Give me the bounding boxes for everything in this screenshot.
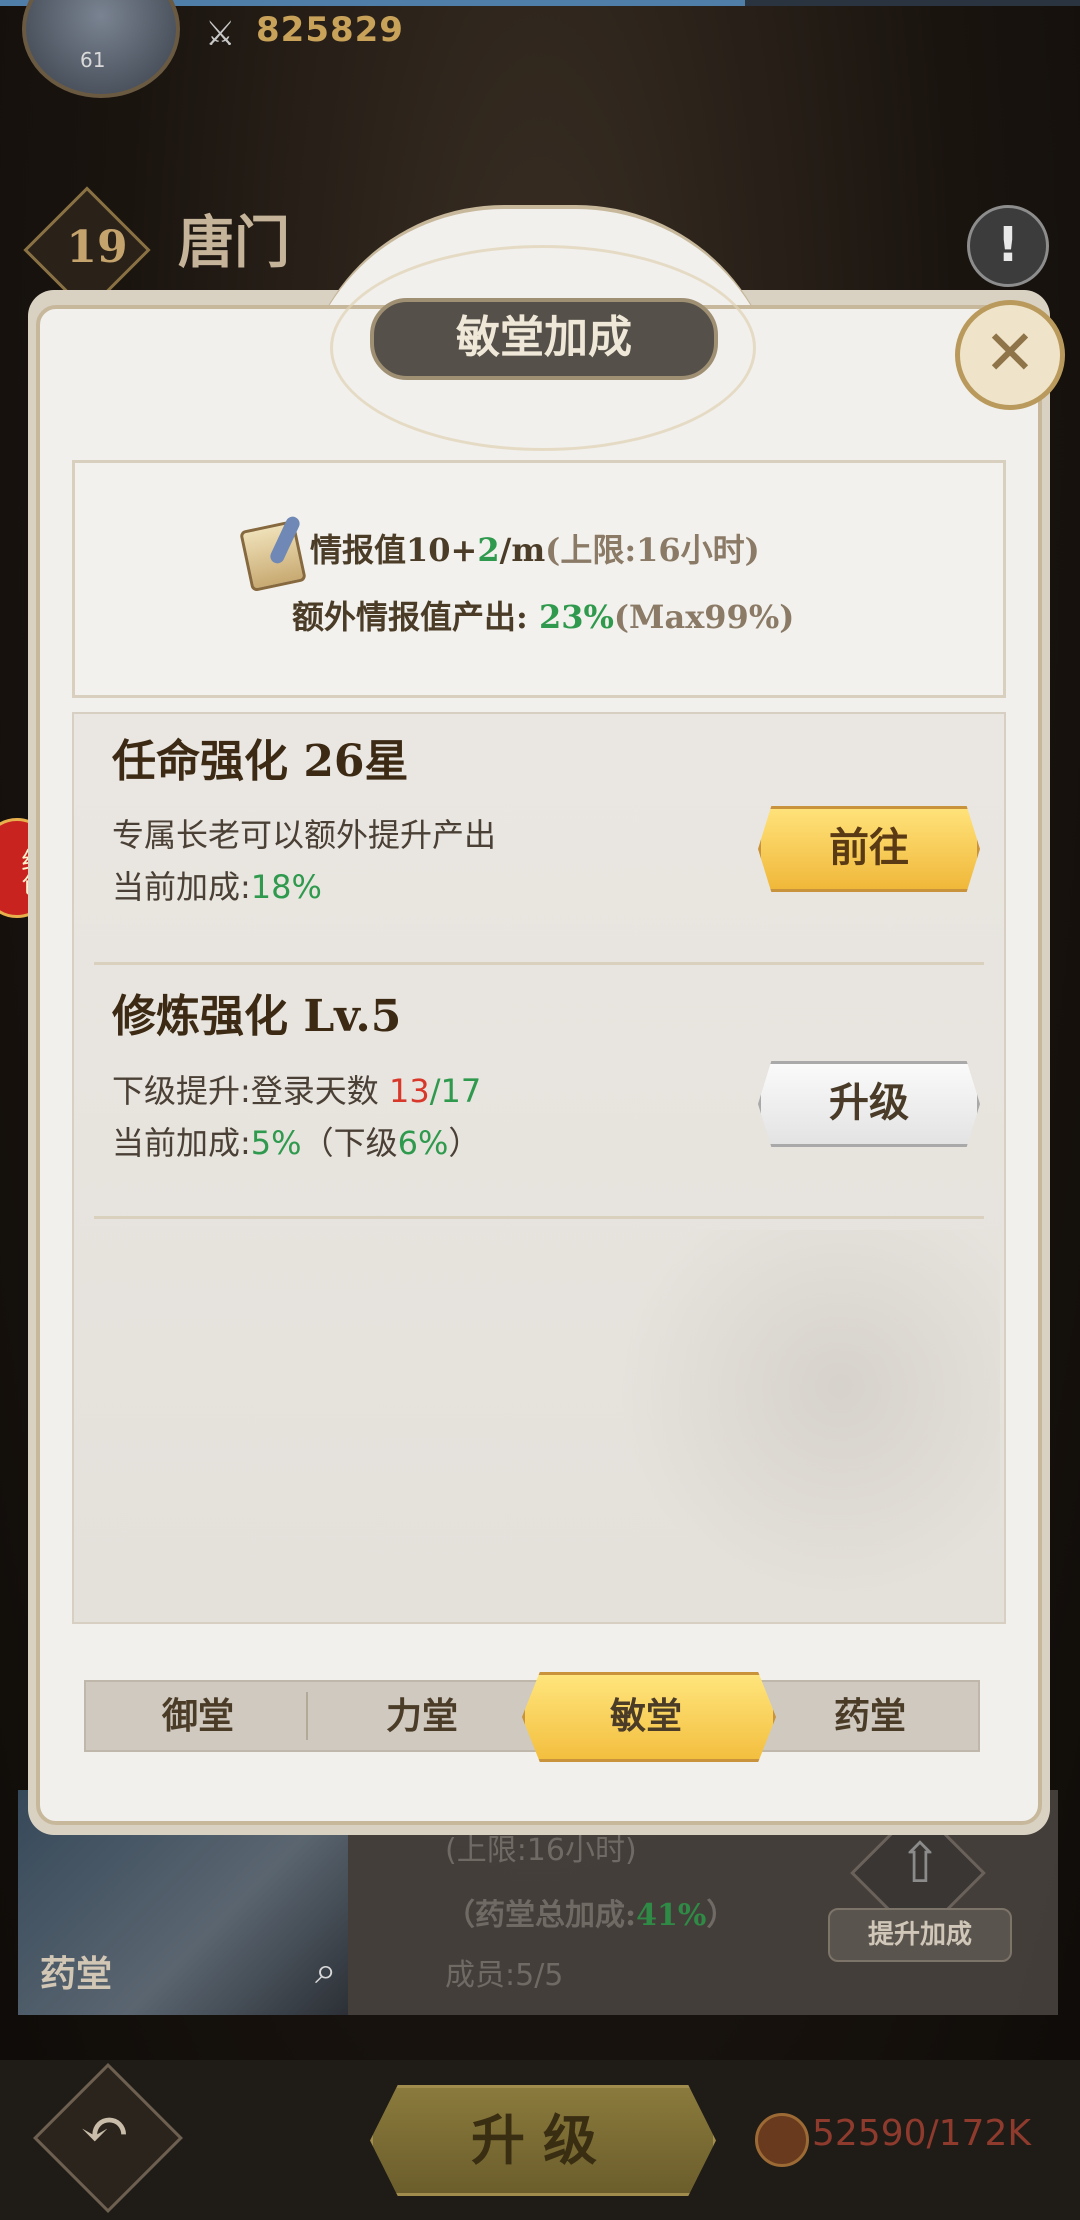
train-bonus-next-value: 6%: [397, 1124, 449, 1162]
extra-output-max: (Max99%): [613, 598, 795, 636]
train-next-label: 下级提升:登录天数: [112, 1072, 389, 1110]
extra-output-value: 23%: [538, 598, 614, 636]
intel-rate-cap: (上限:16小时): [545, 531, 760, 569]
intel-rate: 情报值10+2/m(上限:16小时): [310, 525, 760, 571]
train-bonus-next-open: （下级: [301, 1124, 398, 1162]
train-next-total: /17: [429, 1072, 482, 1110]
train-title: 修炼强化 Lv.5: [112, 991, 402, 1042]
intel-rate-value: 2: [477, 531, 500, 569]
intel-rate-unit: /m: [499, 531, 546, 569]
intel-rate-prefix: 情报值10+: [310, 531, 478, 569]
appoint-bonus-value: 18%: [250, 868, 322, 906]
train-bonus-value: 5%: [250, 1124, 302, 1162]
extra-output-label: 额外情报值产出:: [292, 598, 528, 636]
train-next-current: 13: [388, 1072, 430, 1110]
appoint-desc: 专属长老可以额外提升产出: [112, 816, 497, 854]
level-up-button[interactable]: 升级: [758, 1061, 980, 1147]
close-button[interactable]: ✕: [955, 300, 1065, 410]
row-divider: [94, 1216, 984, 1219]
appoint-bonus-label: 当前加成:: [112, 868, 251, 906]
tab-yutang[interactable]: 御堂: [86, 1682, 310, 1750]
tab-yaotang[interactable]: 药堂: [758, 1682, 982, 1750]
modal-title: 敏堂加成: [370, 298, 718, 380]
train-bonus-label: 当前加成:: [112, 1124, 251, 1162]
train-bonus-next-close: ）: [448, 1124, 481, 1162]
appoint-title: 任命强化 26星: [112, 736, 409, 787]
extra-output: 额外情报值产出: 23%(Max99%): [292, 592, 794, 638]
train-next: 下级提升:登录天数 13/17: [112, 1066, 481, 1112]
summary-box: [72, 460, 1006, 698]
background-character-art: [600, 1230, 1000, 1620]
train-bonus: 当前加成:5%（下级6%）: [112, 1118, 480, 1164]
go-button[interactable]: 前往: [758, 806, 980, 892]
appoint-bonus: 当前加成:18%: [112, 862, 322, 908]
tab-litang[interactable]: 力堂: [310, 1682, 534, 1750]
row-divider: [94, 962, 984, 965]
tab-mintang[interactable]: 敏堂: [534, 1682, 758, 1750]
